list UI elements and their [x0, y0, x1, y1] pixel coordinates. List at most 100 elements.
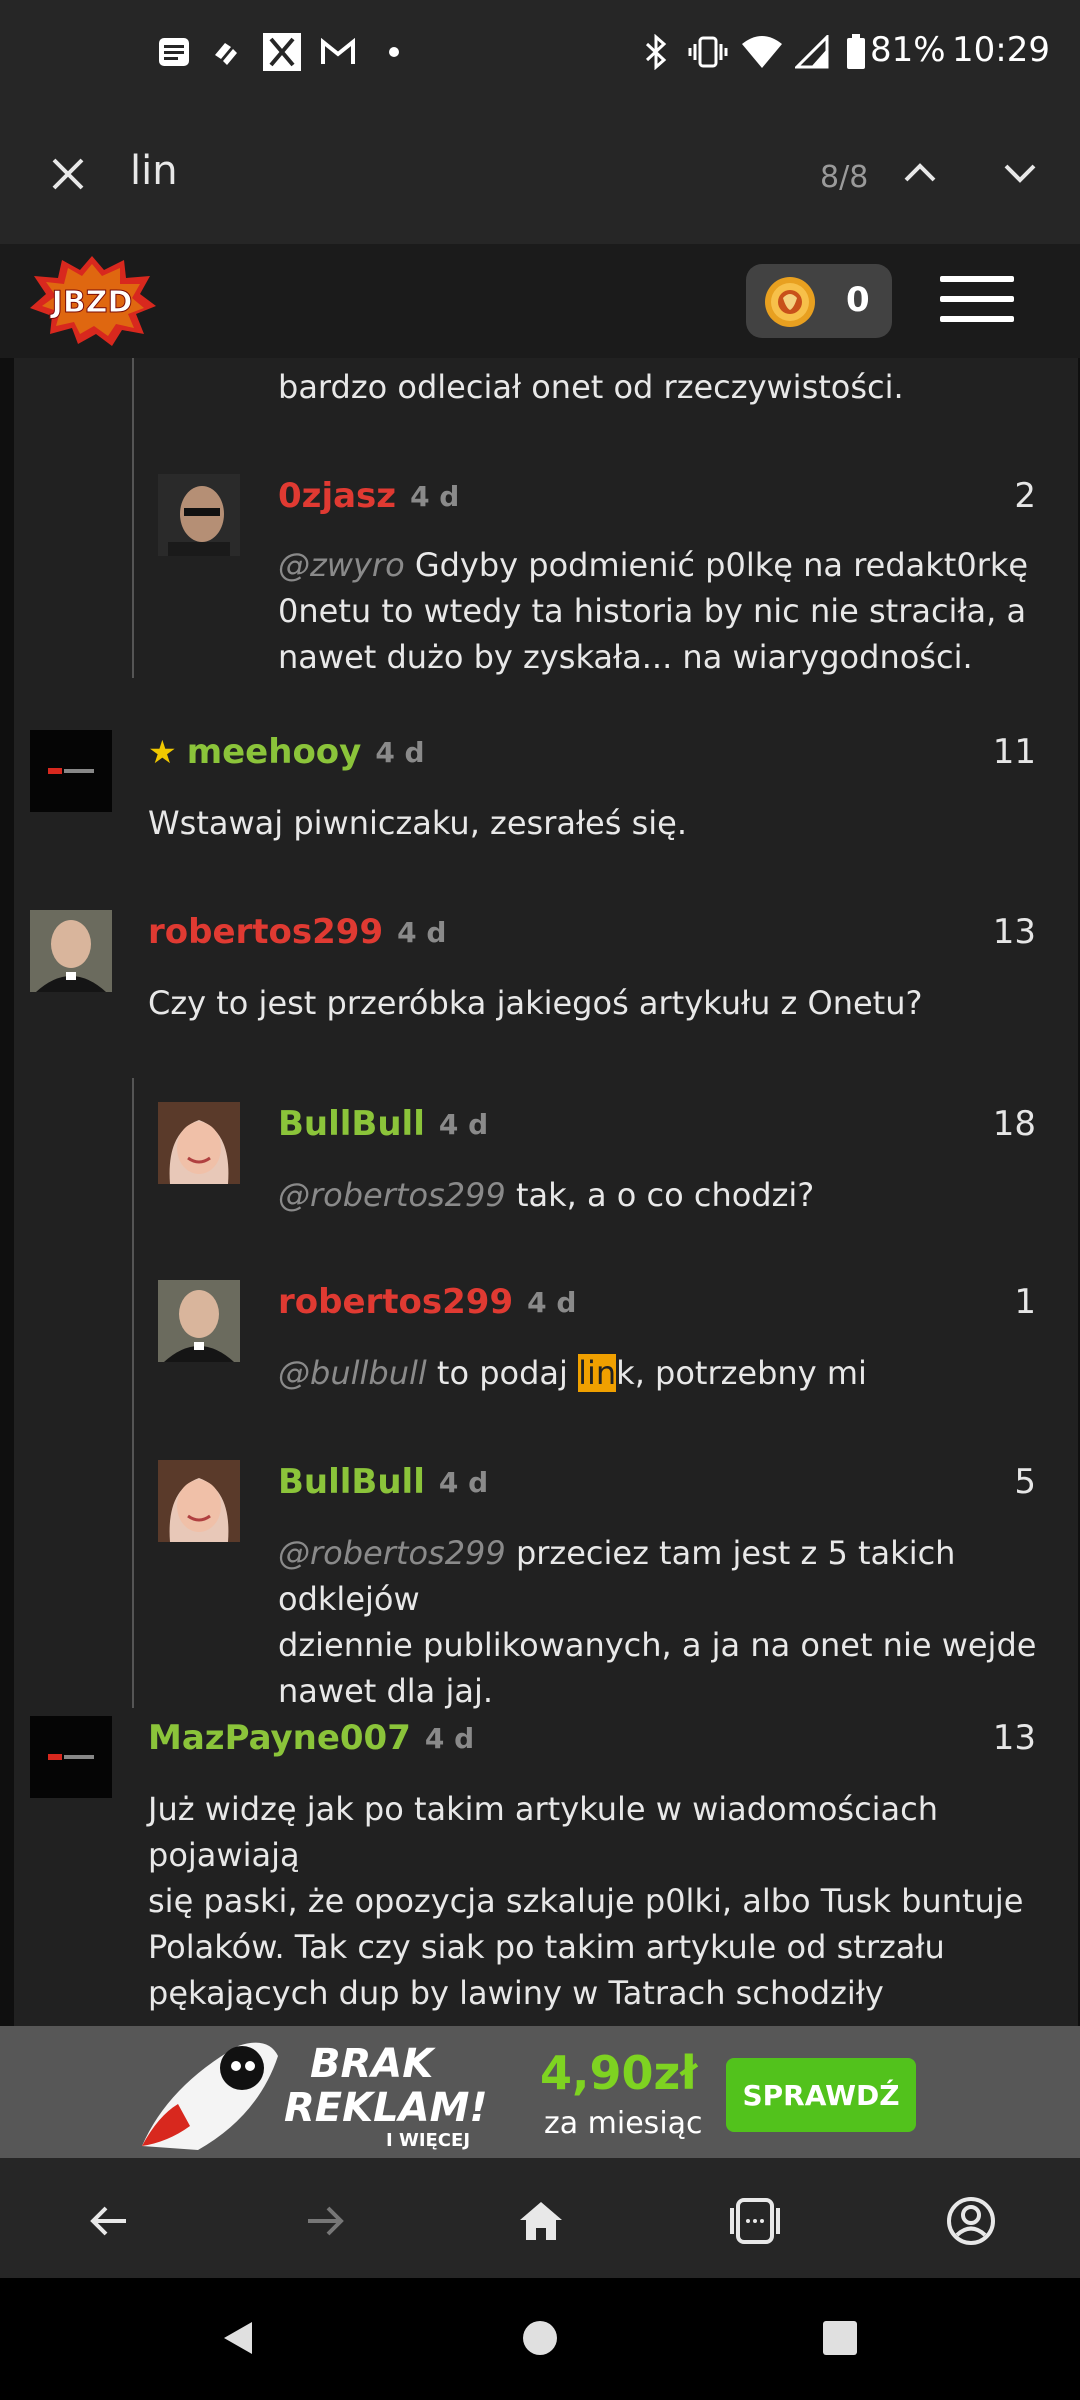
comment-text: @robertos299 tak, a o co chodzi?	[278, 1172, 814, 1218]
comments-section: bardzo odleciał onet od rzeczywistości. …	[0, 358, 1080, 2026]
username[interactable]: BullBull	[278, 1462, 425, 1502]
username[interactable]: robertos299	[148, 912, 383, 952]
promo-line2: REKLAM!	[284, 2085, 488, 2131]
notification-app2-icon	[262, 32, 302, 72]
jbzd-logo[interactable]: JBZD	[28, 254, 156, 346]
comment-score: 13	[992, 912, 1036, 952]
comments-panel: bardzo odleciał onet od rzeczywistości. …	[14, 358, 1078, 2026]
username[interactable]: BullBull	[278, 1104, 425, 1144]
comment-line: Gdyby podmienić p0lkę na redakt0rkę	[404, 546, 1029, 584]
comment-line: dziennie publikowanych, a ja na onet nie…	[278, 1626, 1037, 1664]
notification-app-icon	[208, 32, 244, 72]
system-home-icon[interactable]	[520, 2318, 560, 2358]
comment-age: 4 d	[397, 915, 447, 949]
find-input[interactable]: lin	[130, 148, 178, 194]
comment-text-after: k, potrzebny mi	[616, 1354, 867, 1392]
avatar[interactable]	[158, 1460, 240, 1542]
close-find-icon[interactable]	[44, 150, 92, 198]
mention[interactable]: @zwyro	[278, 546, 405, 584]
rocket-mascot-icon	[142, 2042, 278, 2150]
promo-subtext: I WIĘCEJ	[386, 2130, 471, 2151]
promo-period: za miesiąc	[544, 2106, 703, 2141]
gmail-icon	[318, 32, 358, 72]
comment-header: MazPayne007 4 d	[148, 1716, 474, 1760]
comment-line: tak, a o co chodzi?	[505, 1176, 815, 1214]
avatar[interactable]	[158, 474, 240, 556]
find-highlight: lin	[578, 1354, 617, 1392]
clock: 10:29	[952, 30, 1050, 70]
comment-age: 4 d	[410, 479, 460, 513]
avatar[interactable]	[30, 1716, 112, 1798]
check-offer-button[interactable]: SPRAWDŹ	[726, 2058, 916, 2132]
comment-line: 0netu to wtedy ta historia by nic nie st…	[278, 592, 1027, 630]
battery-icon	[844, 32, 868, 72]
comment-text: @robertos299 przeciez tam jest z 5 takic…	[278, 1530, 1078, 1714]
comment-score: 1	[1014, 1282, 1036, 1322]
username[interactable]: robertos299	[278, 1282, 513, 1322]
cell-signal-icon	[792, 32, 832, 72]
username[interactable]: 0zjasz	[278, 476, 396, 516]
comment-age: 4 d	[527, 1285, 577, 1319]
comment-score: 5	[1014, 1462, 1036, 1502]
back-arrow-icon[interactable]	[82, 2194, 136, 2248]
username[interactable]: MazPayne007	[148, 1718, 411, 1758]
comment-line: się paski, że opozycja szkaluje p0lki, a…	[148, 1882, 1024, 1920]
comment-header: 0zjasz 4 d	[278, 474, 459, 518]
comment-text: Wstawaj piwniczaku, zesrałeś się.	[148, 804, 687, 842]
comment-line: Już widzę jak po takim artykule w wiadom…	[148, 1790, 939, 1874]
comment-header: BullBull 4 d	[278, 1102, 488, 1146]
reply-thread-line	[132, 358, 134, 678]
comment-header: BullBull 4 d	[278, 1460, 488, 1504]
comment-line: Polaków. Tak czy siak po takim artykule …	[148, 1928, 945, 1966]
site-header: JBZD 0	[0, 244, 1080, 360]
more-notifications-dot-icon	[384, 32, 404, 72]
username[interactable]: meehooy	[187, 732, 362, 772]
find-next-chevron-down-icon[interactable]	[996, 148, 1044, 196]
promo-line1: BRAK	[310, 2041, 434, 2087]
forward-arrow-icon[interactable]	[298, 2194, 352, 2248]
avatar[interactable]	[30, 910, 112, 992]
tabs-switcher-icon[interactable]	[728, 2194, 782, 2248]
promo-price: 4,90zł	[540, 2046, 698, 2100]
find-previous-chevron-up-icon[interactable]	[896, 148, 944, 196]
mention[interactable]: @robertos299	[278, 1534, 506, 1572]
avatar[interactable]	[158, 1102, 240, 1184]
find-match-count: 8/8	[820, 160, 869, 195]
system-recents-icon[interactable]	[820, 2318, 860, 2358]
comment-text: Już widzę jak po takim artykule w wiadom…	[148, 1786, 1078, 2016]
notification-news-icon	[156, 32, 192, 72]
comment-text: @zwyro Gdyby podmienić p0lkę na redakt0r…	[278, 542, 1028, 680]
comment-age: 4 d	[375, 735, 425, 769]
comment-score: 2	[1014, 476, 1036, 516]
no-ads-promo-banner[interactable]: BRAK REKLAM! I WIĘCEJ 4,90zł za miesiąc …	[0, 2026, 1080, 2158]
comment-age: 4 d	[438, 1465, 489, 1499]
status-bar: 81% 10:29	[0, 0, 1080, 104]
browser-toolbar	[0, 2158, 1080, 2278]
coin-icon	[764, 276, 816, 328]
avatar[interactable]	[30, 730, 112, 812]
home-icon[interactable]	[514, 2194, 568, 2248]
comment-age: 4 d	[438, 1107, 489, 1141]
star-icon: ★	[148, 733, 177, 771]
comment-score: 11	[992, 732, 1036, 772]
mention[interactable]: @robertos299	[278, 1176, 506, 1214]
system-back-icon[interactable]	[218, 2318, 258, 2358]
comment-score: 18	[992, 1104, 1036, 1144]
comment-text-before: to podaj	[426, 1354, 579, 1392]
reply-thread-line	[132, 1078, 134, 1708]
mention[interactable]: @bullbull	[278, 1354, 427, 1392]
hamburger-menu-icon[interactable]	[940, 276, 1014, 326]
comment-text: @bullbull to podaj link, potrzebny mi	[278, 1350, 867, 1396]
vibrate-icon	[686, 32, 730, 72]
wifi-icon	[740, 32, 784, 72]
comment-line: pękających dup by lawiny w Tatrach schod…	[148, 1974, 884, 2012]
comment-header: ★ meehooy 4 d	[148, 730, 425, 774]
account-icon[interactable]	[944, 2194, 998, 2248]
comment-text-partial: bardzo odleciał onet od rzeczywistości.	[278, 368, 904, 406]
coin-count: 0	[846, 280, 870, 320]
avatar[interactable]	[158, 1280, 240, 1362]
promo-headline: BRAK REKLAM!	[284, 2042, 488, 2130]
coin-balance[interactable]: 0	[746, 264, 892, 338]
comment-header: robertos299 4 d	[148, 910, 446, 954]
comment-line: nawet dla jaj.	[278, 1672, 494, 1710]
